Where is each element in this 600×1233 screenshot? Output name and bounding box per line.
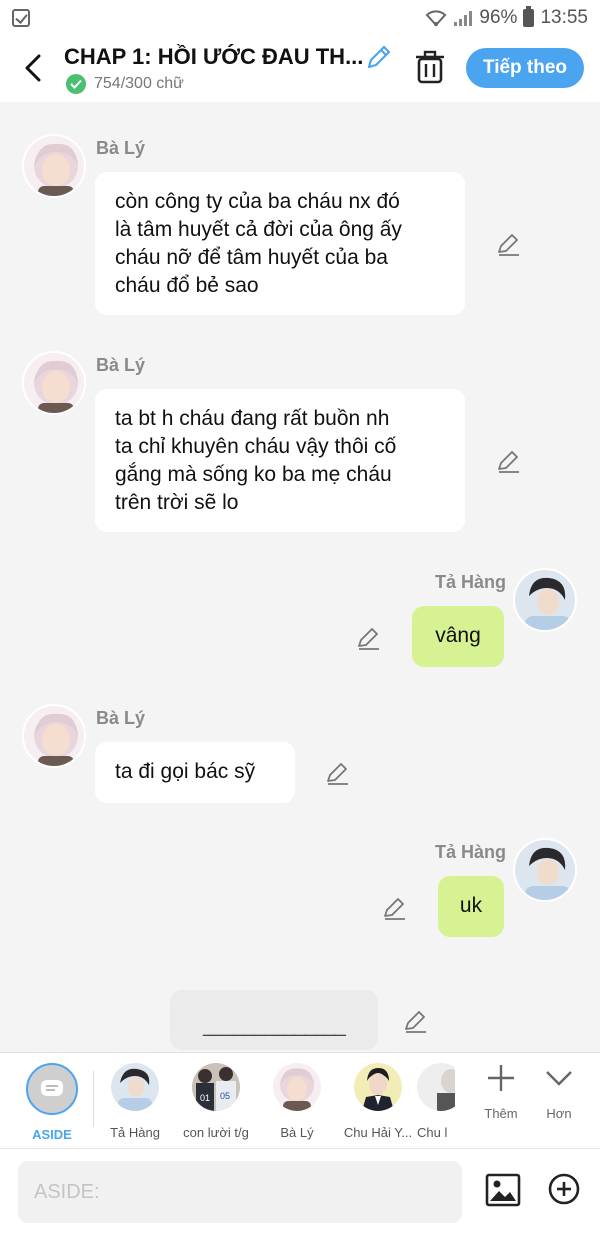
message-line: ta đi gọi bác sỹ bbox=[115, 760, 256, 783]
aside-divider-bubble[interactable]: ______________ bbox=[170, 990, 378, 1050]
avatar bbox=[111, 1063, 159, 1111]
battery-percent: 96% bbox=[479, 7, 518, 28]
character-name: Bà Lý bbox=[280, 1125, 314, 1140]
message-line: là tâm huyết cả đời của ông ấy bbox=[115, 218, 402, 241]
battery-icon bbox=[523, 6, 535, 27]
task-check-icon bbox=[12, 9, 30, 27]
avatar-ta-hang[interactable] bbox=[513, 568, 577, 632]
avatar bbox=[273, 1063, 321, 1111]
message-line: cháu đổ bẻ sao bbox=[115, 274, 259, 297]
character-chu-hai-y[interactable]: Chu Hải Y... bbox=[336, 1063, 420, 1140]
avatar-ba-ly[interactable] bbox=[22, 351, 86, 415]
edit-message-pencil-icon[interactable] bbox=[403, 1008, 429, 1034]
message-line: ta bt h cháu đang rất buồn nh bbox=[115, 407, 390, 430]
chevron-down-icon bbox=[546, 1071, 572, 1086]
message-line: vâng bbox=[435, 624, 481, 647]
next-button[interactable]: Tiếp theo bbox=[466, 48, 584, 88]
avatar-ba-ly[interactable] bbox=[22, 134, 86, 198]
svg-text:05: 05 bbox=[220, 1091, 230, 1101]
edit-title-pencil-icon[interactable] bbox=[364, 42, 394, 72]
message-line: uk bbox=[459, 894, 483, 917]
character-aside[interactable]: ASIDE bbox=[8, 1061, 96, 1149]
character-name: Tả Hàng bbox=[110, 1125, 160, 1140]
message-bubble[interactable]: còn công ty của ba cháu nx đó là tâm huy… bbox=[95, 172, 465, 315]
clock: 13:55 bbox=[540, 7, 588, 28]
aside-label: ASIDE bbox=[32, 1127, 72, 1142]
status-bar: 96% 13:55 bbox=[0, 0, 600, 36]
composer-bar bbox=[0, 1148, 600, 1233]
edit-message-pencil-icon[interactable] bbox=[356, 625, 382, 651]
chapter-header: CHAP 1: HỒI ƯỚC ĐAU TH... 754/300 chữ Ti… bbox=[0, 36, 600, 102]
character-name: Chu l bbox=[417, 1125, 448, 1140]
aside-icon bbox=[26, 1063, 78, 1115]
message-line: gắng mà sống ko ba mẹ cháu bbox=[115, 463, 392, 486]
add-label: Thêm bbox=[484, 1106, 518, 1121]
wifi-icon bbox=[426, 10, 447, 27]
character-ta-hang[interactable]: Tả Hàng bbox=[93, 1063, 177, 1140]
image-icon[interactable] bbox=[485, 1173, 521, 1207]
message-bubble[interactable]: uk bbox=[438, 876, 504, 937]
trash-icon[interactable] bbox=[414, 50, 446, 84]
edit-message-pencil-icon[interactable] bbox=[496, 231, 522, 257]
avatar bbox=[417, 1063, 455, 1111]
character-partial[interactable]: Chu l bbox=[417, 1063, 455, 1140]
more-label: Hơn bbox=[546, 1106, 572, 1121]
edit-message-pencil-icon[interactable] bbox=[325, 760, 351, 786]
message-bubble[interactable]: vâng bbox=[412, 606, 504, 667]
message-bubble[interactable]: ta đi gọi bác sỹ bbox=[95, 742, 295, 803]
message-line: trên trời sẽ lo bbox=[115, 491, 239, 514]
add-character-button[interactable]: Thêm bbox=[476, 1063, 526, 1121]
character-name: con lười t/g bbox=[183, 1125, 249, 1140]
avatar: 01 05 bbox=[192, 1063, 240, 1111]
avatar-ta-hang[interactable] bbox=[513, 838, 577, 902]
message-line: còn công ty của ba cháu nx đó bbox=[115, 190, 400, 213]
svg-text:01: 01 bbox=[200, 1093, 210, 1103]
sender-name: Tả Hàng bbox=[435, 572, 507, 592]
check-icon bbox=[66, 74, 86, 94]
word-count-row: 754/300 chữ bbox=[66, 74, 184, 94]
message-line: ta chỉ khuyên cháu vậy thôi cố bbox=[115, 435, 397, 458]
chapter-title[interactable]: CHAP 1: HỒI ƯỚC ĐAU TH... bbox=[64, 44, 363, 70]
character-con-luoi[interactable]: 01 05 con lười t/g bbox=[174, 1063, 258, 1140]
avatar-ba-ly[interactable] bbox=[22, 704, 86, 768]
sender-name: Bà Lý bbox=[96, 355, 146, 375]
word-count: 754/300 chữ bbox=[94, 75, 184, 92]
character-selector: ASIDE Tả Hàng 01 05 con lười t/g Bà Lý Ch… bbox=[0, 1052, 600, 1148]
message-input[interactable] bbox=[18, 1161, 462, 1223]
plus-icon bbox=[488, 1065, 514, 1091]
edit-message-pencil-icon[interactable] bbox=[382, 895, 408, 921]
back-button[interactable] bbox=[18, 50, 48, 86]
character-ba-ly[interactable]: Bà Lý bbox=[255, 1063, 339, 1140]
edit-message-pencil-icon[interactable] bbox=[496, 448, 522, 474]
chevron-left-icon bbox=[25, 54, 41, 82]
message-line: cháu nỡ để tâm huyết của ba bbox=[115, 246, 388, 269]
more-button[interactable]: Hơn bbox=[534, 1063, 584, 1121]
add-circle-icon[interactable] bbox=[548, 1173, 580, 1205]
message-bubble[interactable]: ta bt h cháu đang rất buồn nh ta chỉ khu… bbox=[95, 389, 465, 532]
avatar bbox=[354, 1063, 402, 1111]
sender-name: Tả Hàng bbox=[435, 842, 507, 862]
sender-name: Bà Lý bbox=[96, 708, 146, 728]
signal-icon bbox=[454, 11, 473, 26]
character-name: Chu Hải Y... bbox=[343, 1125, 413, 1140]
sender-name: Bà Lý bbox=[96, 138, 146, 158]
